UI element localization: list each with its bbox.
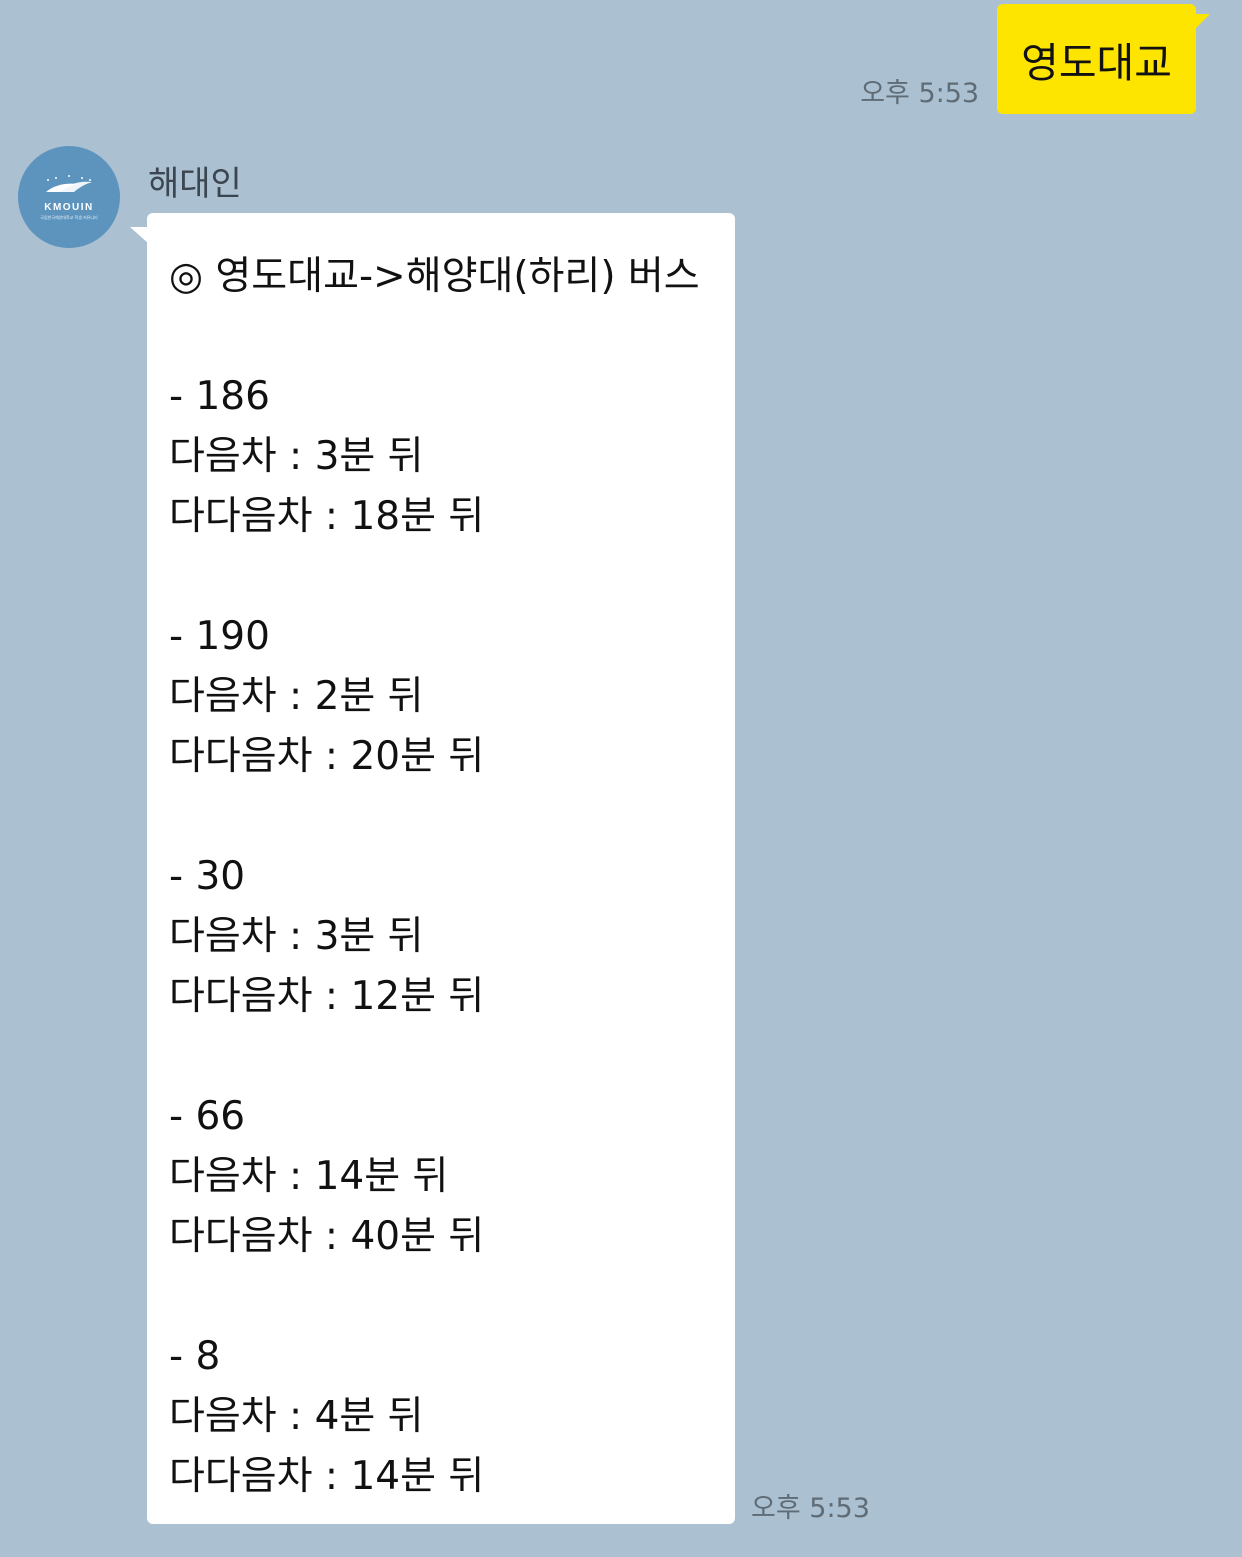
after-next-bus-time: 다다음차 : 20분 뒤 [169, 734, 485, 779]
route-block-8: - 8 다음차 : 4분 뒤 다다음차 : 14분 뒤 [169, 1327, 735, 1507]
after-next-bus-time: 다다음차 : 40분 뒤 [169, 1214, 485, 1259]
after-next-bus-time: 다다음차 : 14분 뒤 [169, 1454, 485, 1499]
avatar-logo-text: KMOUIN [44, 201, 94, 213]
next-bus-time: 다음차 : 14분 뒤 [169, 1154, 449, 1199]
received-bubble-tail [130, 227, 148, 243]
next-bus-time: 다음차 : 4분 뒤 [169, 1394, 424, 1439]
after-next-bus-time: 다다음차 : 18분 뒤 [169, 494, 485, 539]
received-message-timestamp: 오후 5:53 [751, 1493, 870, 1524]
avatar[interactable]: KMOUIN 국립한국해양대학교 학생 커뮤니티 [18, 146, 120, 248]
sent-bubble-tail [1194, 14, 1210, 30]
received-message-bubble[interactable]: ◎ 영도대교->해양대(하리) 버스 - 186 다음차 : 3분 뒤 다다음차… [130, 213, 735, 1524]
route-block-186: - 186 다음차 : 3분 뒤 다다음차 : 18분 뒤 [169, 367, 735, 547]
sender-name[interactable]: 해대인 [148, 156, 242, 205]
sent-message-timestamp: 오후 5:53 [860, 78, 980, 109]
message-title: ◎ 영도대교->해양대(하리) 버스 [169, 254, 700, 299]
next-bus-time: 다음차 : 2분 뒤 [169, 674, 424, 719]
after-next-bus-time: 다다음차 : 12분 뒤 [169, 974, 485, 1019]
route-block-66: - 66 다음차 : 14분 뒤 다다음차 : 40분 뒤 [169, 1087, 735, 1267]
next-bus-time: 다음차 : 3분 뒤 [169, 434, 424, 479]
route-number: - 66 [169, 1094, 246, 1139]
route-block-190: - 190 다음차 : 2분 뒤 다다음차 : 20분 뒤 [169, 607, 735, 787]
route-block-30: - 30 다음차 : 3분 뒤 다다음차 : 12분 뒤 [169, 847, 735, 1027]
sent-message-text: 영도대교 [1021, 39, 1172, 87]
avatar-logo-subtext: 국립한국해양대학교 학생 커뮤니티 [40, 214, 98, 220]
route-number: - 8 [169, 1334, 221, 1379]
sent-message-row: 오후 5:53 영도대교 [860, 4, 1210, 114]
next-bus-time: 다음차 : 3분 뒤 [169, 914, 424, 959]
ship-logo-icon [46, 174, 92, 192]
sent-message-bubble[interactable]: 영도대교 [997, 4, 1210, 114]
route-number: - 190 [169, 614, 270, 659]
route-number: - 30 [169, 854, 246, 899]
route-number: - 186 [169, 374, 270, 419]
